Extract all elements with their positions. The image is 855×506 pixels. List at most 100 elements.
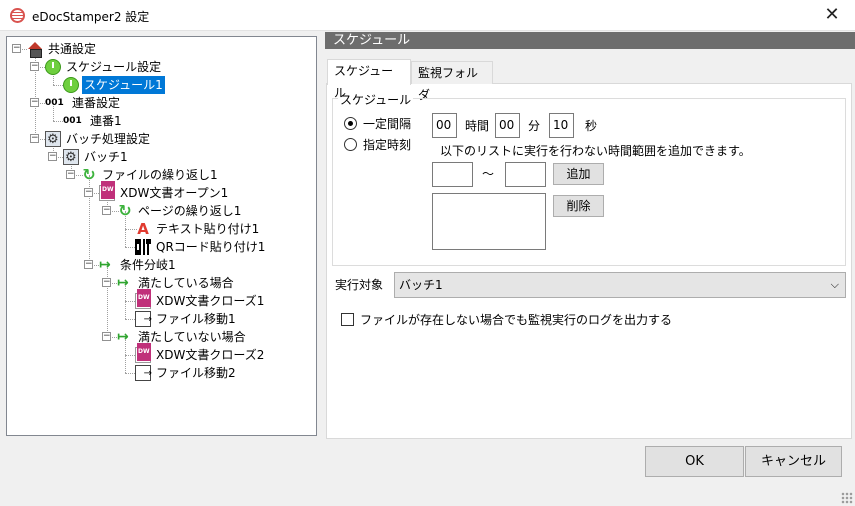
tree-item[interactable]: 共通設定 bbox=[27, 40, 98, 58]
schedule-group-title: スケジュール bbox=[338, 91, 414, 108]
tree-item[interactable]: XDW文書クローズ2 bbox=[135, 343, 266, 364]
tree-item[interactable]: バッチ1 bbox=[63, 148, 130, 167]
hours-label: 時間 bbox=[465, 119, 490, 133]
radio-interval[interactable]: 一定間隔 bbox=[344, 115, 411, 132]
settings-tree[interactable]: −共通設定−スケジュール設定スケジュール1−001連番設定001連番1−バッチ処… bbox=[6, 36, 317, 436]
xdw-document-icon bbox=[135, 343, 151, 363]
clock-icon bbox=[45, 59, 61, 75]
app-logo-icon bbox=[10, 8, 25, 23]
tree-item[interactable]: スケジュール1 bbox=[63, 76, 165, 94]
log-option-label: ファイルが存在しない場合でも監視実行のログを出力する bbox=[360, 313, 673, 327]
gear-icon bbox=[63, 149, 79, 167]
ok-button[interactable]: OK bbox=[645, 446, 744, 477]
loop-icon: ↻ bbox=[82, 165, 96, 184]
minutes-input[interactable]: 00 bbox=[495, 113, 520, 138]
tree-collapse-toggle-icon[interactable]: − bbox=[84, 188, 93, 197]
tree-item[interactable]: ファイル移動1 bbox=[135, 310, 238, 329]
tree-collapse-toggle-icon[interactable]: − bbox=[102, 206, 111, 215]
tree-item-label: QRコード貼り付け1 bbox=[156, 240, 266, 254]
range-separator: ～ bbox=[482, 167, 495, 181]
file-move-icon bbox=[135, 365, 152, 383]
tree-item-label: バッチ1 bbox=[84, 150, 128, 164]
xdw-document-icon bbox=[135, 289, 151, 309]
tree-item-label: XDW文書オープン1 bbox=[120, 186, 229, 200]
window-title: eDocStamper2 設定 bbox=[32, 10, 150, 24]
title-bar: eDocStamper2 設定 ✕ bbox=[0, 0, 855, 31]
radio-specified-label: 指定時刻 bbox=[363, 138, 412, 152]
tree-item[interactable]: A テキスト貼り付け1 bbox=[135, 220, 261, 238]
seconds-label: 秒 bbox=[585, 119, 598, 133]
radio-specified-dot[interactable] bbox=[344, 138, 357, 151]
target-label: 実行対象 bbox=[335, 278, 384, 292]
target-select[interactable]: バッチ1 ⌵ bbox=[394, 272, 846, 298]
branch-icon: ↦ bbox=[99, 257, 111, 273]
cancel-button[interactable]: キャンセル bbox=[745, 446, 842, 477]
radio-specified-time[interactable]: 指定時刻 bbox=[344, 136, 411, 153]
add-button[interactable]: 追加 bbox=[553, 163, 604, 185]
tree-collapse-toggle-icon[interactable]: − bbox=[30, 62, 39, 71]
file-move-icon bbox=[135, 311, 152, 329]
close-button[interactable]: ✕ bbox=[809, 0, 855, 31]
exclude-range-list[interactable] bbox=[432, 193, 546, 250]
tree-item[interactable]: ↻ ページの繰り返し1 bbox=[117, 202, 243, 220]
tree-item-label: XDW文書クローズ1 bbox=[156, 294, 265, 308]
tree-item-label: 連番1 bbox=[90, 114, 122, 128]
tree-collapse-toggle-icon[interactable]: − bbox=[30, 98, 39, 107]
tree-collapse-toggle-icon[interactable]: − bbox=[84, 260, 93, 269]
tab-watch-folder[interactable]: 監視フォルダ bbox=[411, 61, 493, 102]
tree-collapse-toggle-icon[interactable]: − bbox=[48, 152, 57, 161]
delete-button[interactable]: 削除 bbox=[553, 195, 604, 217]
tree-item[interactable]: スケジュール設定 bbox=[45, 58, 163, 76]
clock-icon bbox=[63, 77, 79, 93]
tree-collapse-toggle-icon[interactable]: − bbox=[66, 170, 75, 179]
tree-item[interactable]: ↦ 満たしている場合 bbox=[117, 274, 236, 292]
tree-item[interactable]: ファイル移動2 bbox=[135, 364, 238, 383]
tree-item-label: スケジュール設定 bbox=[66, 60, 162, 74]
gear-icon bbox=[45, 131, 61, 149]
number-icon: 001 bbox=[63, 116, 82, 126]
tree-item[interactable]: バッチ処理設定 bbox=[45, 130, 152, 149]
tree-item[interactable]: ↦ 条件分岐1 bbox=[99, 256, 178, 274]
tree-item[interactable]: QRコード貼り付け1 bbox=[135, 238, 267, 256]
tree-collapse-toggle-icon[interactable]: − bbox=[102, 332, 111, 341]
tree-item-label: 満たしていない場合 bbox=[138, 330, 246, 344]
minutes-label: 分 bbox=[528, 119, 541, 133]
text-a-icon: A bbox=[137, 220, 149, 238]
tree-collapse-toggle-icon[interactable]: − bbox=[12, 44, 21, 53]
tree-item[interactable]: 001 連番設定 bbox=[45, 94, 122, 112]
resize-grip-icon[interactable] bbox=[841, 492, 853, 504]
qr-code-icon bbox=[135, 239, 151, 255]
tree-item-label: スケジュール1 bbox=[82, 76, 165, 94]
tree-item-label: ファイル移動1 bbox=[156, 312, 236, 326]
tab-schedule[interactable]: スケジュール bbox=[327, 59, 411, 100]
panel-header: スケジュール bbox=[325, 32, 855, 49]
hours-input[interactable]: 00 bbox=[432, 113, 457, 138]
tree-collapse-toggle-icon[interactable]: − bbox=[102, 278, 111, 287]
tree-item-label: ファイル移動2 bbox=[156, 366, 236, 380]
target-select-value: バッチ1 bbox=[399, 278, 443, 292]
xdw-document-icon bbox=[99, 181, 115, 201]
radio-interval-label: 一定間隔 bbox=[363, 117, 412, 131]
tree-item-label: 条件分岐1 bbox=[120, 258, 176, 272]
range-to-input[interactable] bbox=[505, 162, 546, 187]
radio-interval-dot[interactable] bbox=[344, 117, 357, 130]
exclude-hint: 以下のリストに実行を行わない時間範囲を追加できます。 bbox=[440, 144, 751, 158]
branch-icon: ↦ bbox=[117, 275, 129, 291]
tree-item[interactable]: XDW文書クローズ1 bbox=[135, 289, 266, 310]
range-from-input[interactable] bbox=[432, 162, 473, 187]
tree-connector bbox=[107, 265, 108, 337]
chevron-down-icon: ⌵ bbox=[830, 278, 839, 291]
number-icon: 001 bbox=[45, 98, 64, 108]
tree-item-label: バッチ処理設定 bbox=[66, 132, 151, 146]
log-option-checkbox[interactable]: ファイルが存在しない場合でも監視実行のログを出力する bbox=[341, 311, 672, 328]
tree-item[interactable]: XDW文書オープン1 bbox=[99, 181, 230, 202]
tree-item-label: テキスト貼り付け1 bbox=[156, 222, 260, 236]
seconds-input[interactable]: 10 bbox=[549, 113, 574, 138]
tree-collapse-toggle-icon[interactable]: − bbox=[30, 134, 39, 143]
tree-item-label: 満たしている場合 bbox=[138, 276, 234, 290]
tree-item-label: XDW文書クローズ2 bbox=[156, 348, 265, 362]
tree-item-label: 連番設定 bbox=[72, 96, 121, 110]
tree-item[interactable]: 001 連番1 bbox=[63, 112, 124, 130]
tree-item-label: 共通設定 bbox=[48, 42, 97, 56]
log-option-box[interactable] bbox=[341, 313, 354, 326]
